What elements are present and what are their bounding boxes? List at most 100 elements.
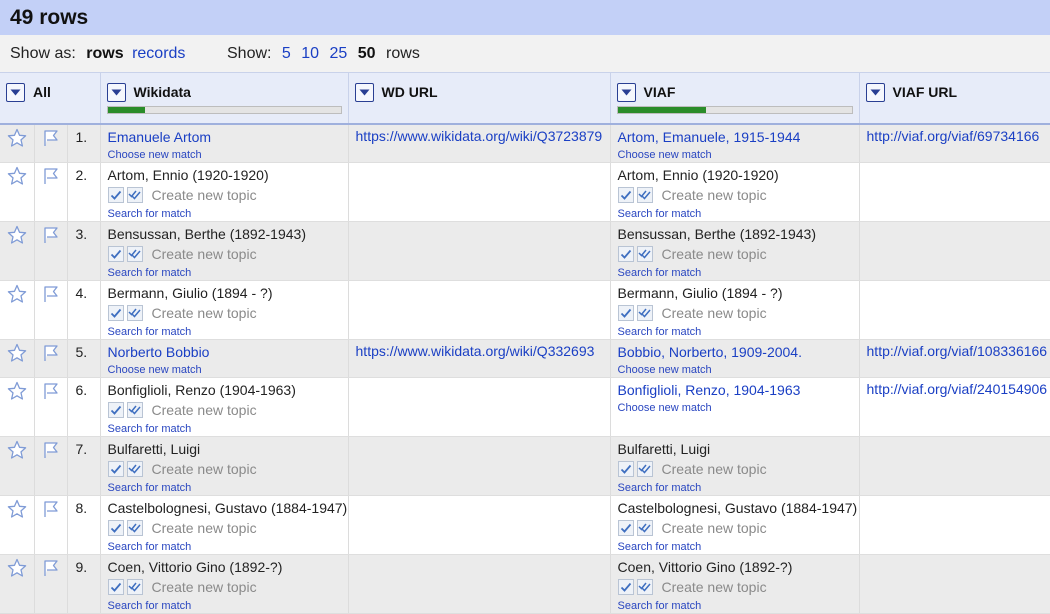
wikidata-search-for-match[interactable]: Search for match (108, 540, 348, 554)
row-number: 7. (67, 436, 101, 496)
check-icon[interactable] (107, 186, 124, 203)
viaf-match-link[interactable]: Bonfiglioli, Renzo, 1904-1963 (618, 381, 859, 399)
double-check-icon[interactable] (126, 304, 143, 321)
viaf-match-link[interactable]: Bobbio, Norberto, 1909-2004. (618, 343, 859, 361)
check-icon[interactable] (617, 519, 634, 536)
show-label: Show: (227, 45, 272, 62)
viaf-create-new-topic[interactable]: Create new topic (662, 186, 767, 204)
wikidata-match-link[interactable]: Norberto Bobbio (108, 343, 348, 361)
check-icon[interactable] (107, 578, 124, 595)
wikidata-search-for-match[interactable]: Search for match (108, 266, 348, 280)
wikidata-search-for-match[interactable]: Search for match (108, 325, 348, 339)
double-check-icon[interactable] (126, 245, 143, 262)
wikidata-search-for-match[interactable]: Search for match (108, 481, 348, 495)
double-check-icon[interactable] (636, 460, 653, 477)
viaf-search-for-match[interactable]: Search for match (618, 599, 859, 613)
viaf-create-new-topic[interactable]: Create new topic (662, 245, 767, 263)
wikidata-choose-new-match[interactable]: Choose new match (108, 363, 348, 377)
viaf-create-new-topic[interactable]: Create new topic (662, 304, 767, 322)
viaf-choose-new-match[interactable]: Choose new match (618, 363, 859, 377)
star-icon[interactable] (7, 343, 27, 366)
viaf-search-for-match[interactable]: Search for match (618, 266, 859, 280)
star-icon[interactable] (7, 225, 27, 248)
viaf-url-link[interactable]: http://viaf.org/viaf/108336166 (867, 343, 1048, 359)
wikidata-create-new-topic[interactable]: Create new topic (152, 519, 257, 537)
all-dropdown-icon[interactable] (6, 82, 25, 102)
flag-icon[interactable] (41, 226, 61, 248)
double-check-icon[interactable] (126, 519, 143, 536)
wikidata-create-new-topic[interactable]: Create new topic (152, 460, 257, 478)
show-as-records-option[interactable]: records (132, 45, 185, 62)
wikidata-create-new-topic[interactable]: Create new topic (152, 304, 257, 322)
flag-icon[interactable] (41, 382, 61, 404)
double-check-icon[interactable] (126, 401, 143, 418)
page-size-25[interactable]: 25 (330, 45, 348, 62)
wikidata-choose-new-match[interactable]: Choose new match (108, 148, 348, 162)
wikidata-search-for-match[interactable]: Search for match (108, 599, 348, 613)
flag-icon[interactable] (41, 285, 61, 307)
viaf-cell: Coen, Vittorio Gino (1892-?) Create new … (610, 554, 860, 614)
wikidata-create-new-topic[interactable]: Create new topic (152, 401, 257, 419)
page-size-10[interactable]: 10 (301, 45, 319, 62)
wd-url-link[interactable]: https://www.wikidata.org/wiki/Q332693 (356, 343, 595, 359)
star-icon[interactable] (7, 499, 27, 522)
check-icon[interactable] (617, 245, 634, 262)
star-icon[interactable] (7, 440, 27, 463)
viaf-search-for-match[interactable]: Search for match (618, 325, 859, 339)
viaf-create-new-topic[interactable]: Create new topic (662, 519, 767, 537)
double-check-icon[interactable] (126, 186, 143, 203)
star-icon[interactable] (7, 558, 27, 581)
viaf-create-new-topic[interactable]: Create new topic (662, 578, 767, 596)
check-icon[interactable] (617, 186, 634, 203)
viaf-search-for-match[interactable]: Search for match (618, 207, 859, 221)
flag-icon[interactable] (41, 559, 61, 581)
wikidata-create-new-topic[interactable]: Create new topic (152, 245, 257, 263)
viaf-search-for-match[interactable]: Search for match (618, 481, 859, 495)
viaf-url-cell (859, 162, 1050, 222)
viaf-choose-new-match[interactable]: Choose new match (618, 148, 859, 162)
double-check-icon[interactable] (636, 304, 653, 321)
check-icon[interactable] (107, 460, 124, 477)
flag-icon[interactable] (41, 167, 61, 189)
viaf-search-for-match[interactable]: Search for match (618, 540, 859, 554)
wd-url-link[interactable]: https://www.wikidata.org/wiki/Q3723879 (356, 128, 603, 144)
check-icon[interactable] (617, 460, 634, 477)
show-as-rows-option[interactable]: rows (86, 45, 123, 62)
viaf-url-dropdown-icon[interactable] (865, 82, 885, 102)
viaf-match-link[interactable]: Artom, Emanuele, 1915-1944 (618, 128, 859, 146)
check-icon[interactable] (107, 304, 124, 321)
check-icon[interactable] (107, 519, 124, 536)
wikidata-create-new-topic[interactable]: Create new topic (152, 186, 257, 204)
flag-icon[interactable] (41, 129, 61, 151)
double-check-icon[interactable] (636, 578, 653, 595)
wikidata-create-new-topic[interactable]: Create new topic (152, 578, 257, 596)
star-icon[interactable] (7, 381, 27, 404)
check-icon[interactable] (617, 578, 634, 595)
page-size-5[interactable]: 5 (282, 45, 291, 62)
viaf-create-new-topic[interactable]: Create new topic (662, 460, 767, 478)
check-icon[interactable] (107, 245, 124, 262)
double-check-icon[interactable] (126, 460, 143, 477)
wikidata-search-for-match[interactable]: Search for match (108, 422, 348, 436)
wikidata-match-link[interactable]: Emanuele Artom (108, 128, 348, 146)
viaf-url-link[interactable]: http://viaf.org/viaf/69734166 (867, 128, 1040, 144)
flag-icon[interactable] (41, 441, 61, 463)
wikidata-search-for-match[interactable]: Search for match (108, 207, 348, 221)
star-icon[interactable] (7, 128, 27, 151)
flag-icon[interactable] (41, 500, 61, 522)
double-check-icon[interactable] (636, 186, 653, 203)
wd-url-dropdown-icon[interactable] (354, 82, 374, 102)
wikidata-dropdown-icon[interactable] (106, 82, 126, 102)
double-check-icon[interactable] (126, 578, 143, 595)
flag-icon[interactable] (41, 344, 61, 366)
viaf-choose-new-match[interactable]: Choose new match (618, 401, 859, 415)
star-icon[interactable] (7, 284, 27, 307)
star-icon[interactable] (7, 166, 27, 189)
double-check-icon[interactable] (636, 519, 653, 536)
page-size-50[interactable]: 50 (358, 45, 376, 62)
double-check-icon[interactable] (636, 245, 653, 262)
viaf-dropdown-icon[interactable] (616, 82, 636, 102)
check-icon[interactable] (617, 304, 634, 321)
check-icon[interactable] (107, 401, 124, 418)
viaf-url-link[interactable]: http://viaf.org/viaf/240154906 (867, 381, 1048, 397)
